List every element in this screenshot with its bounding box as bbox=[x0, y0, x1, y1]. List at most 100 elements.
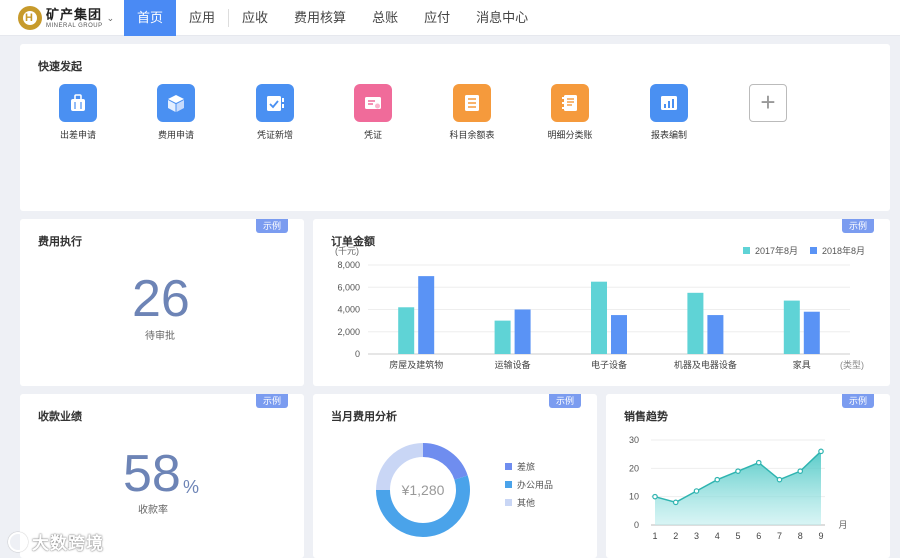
quick-action-voucher[interactable]: 凭证 bbox=[333, 84, 413, 141]
order-amount-bar-chart: (千元) 0 2,000 4,000 6,000 8,000 房屋及建筑物 运输设备 电子设备 机… bbox=[335, 246, 864, 370]
data-point bbox=[693, 488, 700, 494]
expense-execution-title: 费用执行 bbox=[38, 236, 82, 248]
x-tick-label: 8 bbox=[798, 531, 803, 541]
data-point bbox=[755, 459, 762, 466]
add-quick-action-button[interactable]: + bbox=[749, 84, 787, 122]
brand-name: 矿产集团 bbox=[46, 6, 103, 22]
x-tick-label: 1 bbox=[652, 531, 657, 541]
watermark-logo-icon bbox=[8, 531, 28, 552]
bar-2017 bbox=[494, 320, 511, 354]
collection-rate-value: 58 bbox=[123, 445, 181, 503]
expense-analysis-card: 当月费用分析 示例 ¥1,280 差旅 办公用品 其他 bbox=[313, 394, 597, 558]
y-tick-label: 20 bbox=[629, 463, 639, 473]
nav-item-home[interactable]: 首页 bbox=[124, 0, 177, 36]
sample-badge: 示例 bbox=[256, 394, 288, 408]
x-tick-label: 9 bbox=[818, 531, 823, 541]
expense-donut-chart: ¥1,280 bbox=[376, 443, 470, 537]
quick-action-label: 科目余额表 bbox=[449, 130, 495, 140]
bar-2017 bbox=[398, 307, 415, 354]
data-point bbox=[714, 476, 721, 483]
legend-item-travel: 差旅 bbox=[505, 460, 535, 473]
quick-action-expense-request[interactable]: 费用申请 bbox=[136, 84, 216, 141]
quick-action-label: 明细分类账 bbox=[547, 130, 593, 140]
nav-item-message-center[interactable]: 消息中心 bbox=[463, 0, 541, 36]
brand-logo[interactable]: 矿产集团 MINERAL GROUP ⌄ bbox=[18, 6, 118, 30]
bar-2017 bbox=[591, 281, 607, 354]
donut-center-value: ¥1,280 bbox=[401, 482, 445, 498]
nav-item-expense-accounting[interactable]: 费用核算 bbox=[281, 0, 359, 36]
y-tick-label: 0 bbox=[355, 349, 360, 359]
bar-2017 bbox=[783, 300, 800, 354]
watermark: 大数跨境 bbox=[8, 529, 104, 554]
cube-icon bbox=[157, 84, 195, 122]
nav-item-receivable[interactable]: 应收 bbox=[229, 0, 281, 36]
quick-launch-title: 快速发起 bbox=[38, 61, 82, 73]
nav-item-payable[interactable]: 应付 bbox=[411, 0, 463, 36]
legend-swatch bbox=[505, 481, 512, 488]
data-point bbox=[672, 499, 679, 506]
x-tick-label: 家具 bbox=[793, 359, 811, 370]
area-fill bbox=[655, 451, 821, 525]
legend-swatch bbox=[505, 499, 512, 506]
data-point bbox=[652, 493, 658, 500]
y-tick-label: 2,000 bbox=[337, 327, 360, 337]
quick-action-report-compile[interactable]: 报表编制 bbox=[629, 84, 709, 141]
quick-action-travel-request[interactable]: 出差申请 bbox=[38, 84, 118, 141]
chevron-down-icon[interactable]: ⌄ bbox=[107, 13, 115, 24]
y-axis-unit: (千元) bbox=[335, 246, 359, 256]
x-tick-label: 7 bbox=[777, 531, 782, 541]
quick-action-label: 费用申请 bbox=[157, 130, 194, 140]
x-tick-label: 电子设备 bbox=[591, 359, 627, 370]
x-tick-label: 4 bbox=[715, 531, 720, 541]
data-point bbox=[818, 448, 824, 455]
x-axis-unit: 月 bbox=[838, 520, 847, 530]
legend-swatch bbox=[505, 463, 512, 470]
x-axis-unit: (类型) bbox=[840, 359, 864, 370]
bar-2018 bbox=[707, 315, 724, 354]
x-tick-label: 6 bbox=[756, 531, 761, 541]
data-point bbox=[776, 476, 783, 483]
quick-action-detail-ledger[interactable]: 明细分类账 bbox=[530, 84, 610, 141]
pending-approval-count: 26 bbox=[132, 270, 190, 328]
collection-rate-label: 收款率 bbox=[138, 505, 168, 516]
suitcase-icon bbox=[59, 84, 97, 122]
data-point bbox=[797, 468, 804, 474]
bar-2018 bbox=[803, 311, 820, 354]
quick-action-label: 凭证新增 bbox=[256, 130, 293, 140]
quick-action-label: 出差申请 bbox=[59, 130, 96, 140]
sample-badge: 示例 bbox=[256, 219, 288, 233]
bar-2018 bbox=[514, 309, 531, 354]
legend-label: 其他 bbox=[517, 498, 536, 508]
voucher-add-icon bbox=[256, 84, 294, 122]
ledger-icon bbox=[551, 84, 589, 122]
x-tick-label: 机器及电器设备 bbox=[674, 359, 737, 370]
x-tick-label: 3 bbox=[694, 531, 699, 541]
y-tick-label: 0 bbox=[634, 520, 639, 530]
main-nav: 首页 应用 应收 费用核算 总账 应付 消息中心 bbox=[124, 0, 541, 36]
y-tick-label: 10 bbox=[629, 492, 639, 502]
balance-sheet-icon bbox=[453, 84, 491, 122]
brand-name-en: MINERAL GROUP bbox=[46, 22, 103, 29]
nav-item-apps[interactable]: 应用 bbox=[176, 0, 228, 36]
x-tick-label: 2 bbox=[673, 531, 678, 541]
pending-approval-label: 待审批 bbox=[145, 331, 175, 342]
quick-action-account-balance[interactable]: 科目余额表 bbox=[432, 84, 512, 141]
legend-label: 差旅 bbox=[517, 462, 536, 472]
quick-launch-card: 快速发起 出差申请 费用申请 凭证新增 凭证 科目余额表 明细分类账 报表编制 … bbox=[20, 44, 890, 211]
watermark-text: 大数跨境 bbox=[32, 534, 104, 553]
nav-item-general-ledger[interactable]: 总账 bbox=[359, 0, 411, 36]
collection-rate-unit: % bbox=[183, 477, 200, 497]
y-tick-label: 6,000 bbox=[337, 282, 360, 292]
x-tick-label: 运输设备 bbox=[495, 359, 531, 370]
x-tick-label: 5 bbox=[735, 531, 740, 541]
x-tick-label: 房屋及建筑物 bbox=[389, 359, 443, 370]
quick-action-label: 凭证 bbox=[363, 130, 382, 140]
legend-label: 办公用品 bbox=[517, 480, 554, 490]
data-point bbox=[735, 468, 741, 474]
bar-2018 bbox=[611, 315, 627, 354]
expense-execution-card: 费用执行 示例 26 待审批 bbox=[20, 219, 304, 386]
bar-2018 bbox=[418, 276, 435, 354]
order-amount-card: 订单金额 示例 2017年8月 2018年8月 (千元) 0 2,000 4,000 6… bbox=[313, 219, 890, 386]
bar-2017 bbox=[687, 292, 704, 354]
quick-action-add-voucher[interactable]: 凭证新增 bbox=[235, 84, 315, 141]
